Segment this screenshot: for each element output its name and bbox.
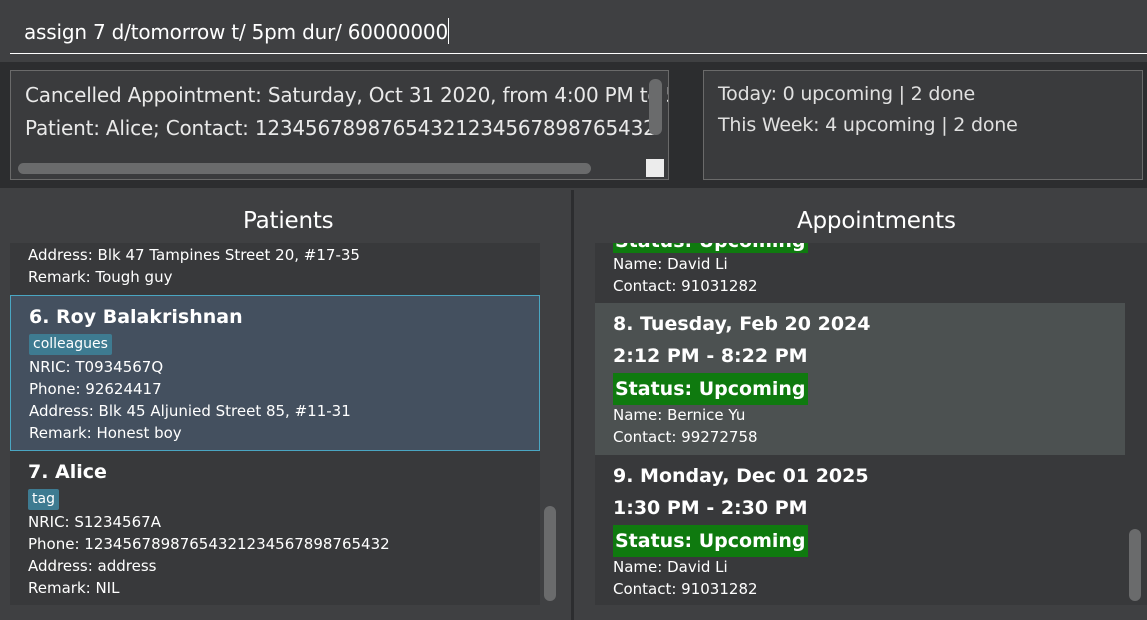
scroll-corner [646,159,664,177]
patient-phone: Phone: 12345678987654321234567898765432 [28,535,390,553]
appointment-header: 9. Monday, Dec 01 2025 [613,465,869,487]
patient-phone: Phone: 92624417 [29,380,162,398]
command-input[interactable]: assign 7 d/tomorrow t/ 5pm dur/ 60000000 [24,18,449,44]
patient-address: Address: Blk 47 Tampines Street 20, #17-… [28,246,360,264]
command-box[interactable]: assign 7 d/tomorrow t/ 5pm dur/ 60000000 [10,10,1147,54]
text-caret [447,18,449,44]
panel-divider[interactable] [571,190,574,620]
appointment-status: Status: Upcoming [613,243,808,253]
patient-remark: Remark: Tough guy [28,268,173,286]
appointment-list[interactable]: Status: Upcoming Name: David Li Contact:… [595,243,1147,605]
appointment-time: 2:12 PM - 8:22 PM [613,345,808,367]
summary-display: Today: 0 upcoming | 2 done This Week: 4 … [703,70,1143,180]
appointment-header: 8. Tuesday, Feb 20 2024 [613,313,871,335]
patient-nric: NRIC: S1234567A [28,513,161,531]
patient-tag: colleagues [29,334,112,355]
summary-week: This Week: 4 upcoming | 2 done [718,114,1018,136]
appointment-list-scrollbar[interactable] [1129,529,1141,601]
patient-header: 6. Roy Balakrishnan [29,306,243,328]
appointment-card[interactable]: 9. Monday, Dec 01 2025 1:30 PM - 2:30 PM… [595,455,1125,605]
patient-list-scrollbar[interactable] [544,506,556,601]
appointment-status: Status: Upcoming [613,525,808,557]
patient-address: Address: address [28,557,157,575]
patients-title: Patients [243,208,334,234]
appointment-contact: Contact: 91031282 [613,277,758,295]
patient-remark: Remark: NIL [28,579,120,597]
result-display-panel: Cancelled Appointment: Saturday, Oct 31 … [0,62,686,188]
appointment-card-selected[interactable]: 8. Tuesday, Feb 20 2024 2:12 PM - 8:22 P… [595,303,1125,455]
appointment-time: 1:30 PM - 2:30 PM [613,497,808,519]
summary-panel: Today: 0 upcoming | 2 done This Week: 4 … [686,62,1147,188]
patient-header: 7. Alice [28,461,107,483]
result-vertical-scrollbar[interactable] [649,79,662,135]
patient-nric: NRIC: T0934567Q [29,358,164,376]
patient-card-selected[interactable]: 6. Roy Balakrishnan colleagues NRIC: T09… [10,295,540,451]
summary-today: Today: 0 upcoming | 2 done [718,83,976,105]
patient-remark: Remark: Honest boy [29,424,182,442]
patient-address: Address: Blk 45 Aljunied Street 85, #11-… [29,402,351,420]
appointment-contact: Contact: 99272758 [613,428,758,446]
patient-card[interactable]: 7. Alice tag NRIC: S1234567A Phone: 1234… [10,452,540,605]
patient-tag: tag [28,489,59,510]
appointment-contact: Contact: 91031282 [613,580,758,598]
result-line-2: Patient: Alice; Contact: 123456789876543… [25,116,656,140]
appointments-title: Appointments [797,208,956,234]
patient-list[interactable]: Address: Blk 47 Tampines Street 20, #17-… [10,243,540,605]
appointment-name: Name: Bernice Yu [613,406,746,424]
result-horizontal-scrollbar[interactable] [18,163,591,174]
appointment-name: Name: David Li [613,255,728,273]
appointment-status: Status: Upcoming [613,373,808,405]
result-display[interactable]: Cancelled Appointment: Saturday, Oct 31 … [10,70,669,180]
result-line-1: Cancelled Appointment: Saturday, Oct 31 … [25,83,669,107]
appointment-name: Name: David Li [613,558,728,576]
